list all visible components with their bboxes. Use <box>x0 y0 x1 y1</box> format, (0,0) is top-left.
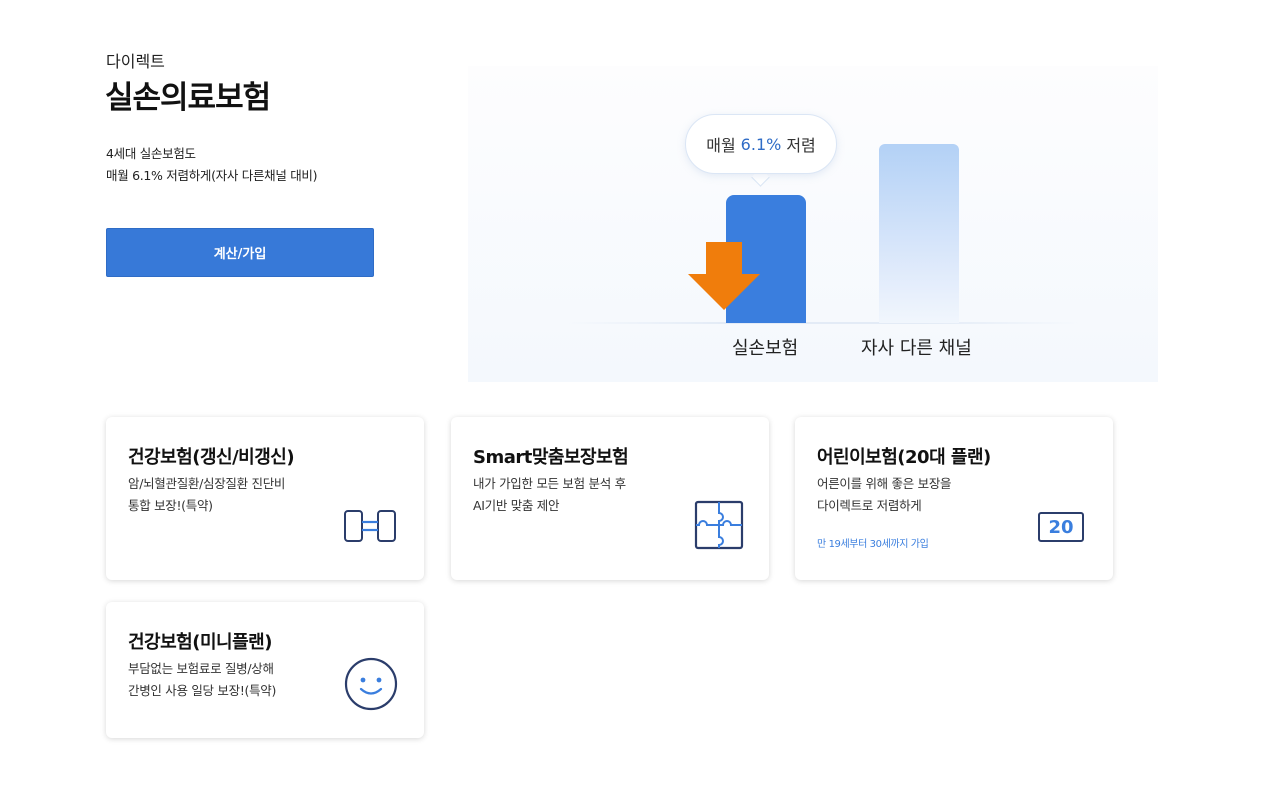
graphic-baseline <box>568 322 1078 324</box>
hero-description-line2: 매월 6.1% 저렴하게(자사 다른채널 대비) <box>106 168 318 183</box>
card-description-line1: 부담없는 보험료로 질병/상해 <box>128 661 274 676</box>
hero-description-line1: 4세대 실손보험도 <box>106 146 196 161</box>
product-card-health-renewal[interactable]: 건강보험(갱신/비갱신) 암/뇌혈관질환/심장질환 진단비 통합 보장!(특약) <box>106 417 424 580</box>
card-title: 어린이보험(20대 플랜) <box>817 447 991 468</box>
card-description-line1: 암/뇌혈관질환/심장질환 진단비 <box>128 476 286 491</box>
card-title: 건강보험(갱신/비갱신) <box>128 447 295 468</box>
card-title: Smart맞춤보장보험 <box>473 447 629 468</box>
product-card-health-mini[interactable]: 건강보험(미니플랜) 부담없는 보험료로 질병/상해 간병인 사용 일당 보장!… <box>106 602 424 738</box>
card-description-line2: 간병인 사용 일당 보장!(특약) <box>128 683 277 698</box>
puzzle-icon <box>694 500 744 550</box>
other-channel-bar <box>879 144 959 323</box>
page: 다이렉트 실손의료보험 4세대 실손보험도 매월 6.1% 저렴하게(자사 다른… <box>0 0 1280 800</box>
twenty-badge-icon: 20 <box>1038 512 1084 542</box>
page-title: 실손의료보험 <box>105 80 271 116</box>
bar-label-other-channel: 자사 다른 채널 <box>861 338 972 359</box>
card-description-line2: AI기반 맞춤 제안 <box>473 498 560 513</box>
price-comparison-graphic: 매월 6.1% 저렴 실손보험 자사 다른 채널 <box>468 66 1158 382</box>
card-description-line1: 내가 가입한 모든 보험 분석 후 <box>473 476 626 491</box>
bubble-suffix: 저렴 <box>786 136 816 155</box>
product-card-children-20s[interactable]: 어린이보험(20대 플랜) 어른이를 위해 좋은 보장을 다이렉트로 저렴하게 … <box>795 417 1113 580</box>
discount-speech-bubble: 매월 6.1% 저렴 <box>685 114 837 174</box>
bubble-discount-value: 6.1% <box>740 134 782 154</box>
smiley-icon <box>344 657 398 711</box>
hero-subtitle: 다이렉트 <box>106 52 165 71</box>
card-description-line1: 어른이를 위해 좋은 보장을 <box>817 476 952 491</box>
card-title: 건강보험(미니플랜) <box>128 632 272 653</box>
calculate-join-button[interactable]: 계산/가입 <box>106 228 374 277</box>
dumbbell-icon <box>344 510 396 542</box>
bubble-prefix: 매월 <box>706 136 736 155</box>
card-description-line2: 다이렉트로 저렴하게 <box>817 498 922 513</box>
product-card-smart-custom[interactable]: Smart맞춤보장보험 내가 가입한 모든 보험 분석 후 AI기반 맞춤 제안 <box>451 417 769 580</box>
card-description-line2: 통합 보장!(특약) <box>128 498 213 513</box>
card-age-note: 만 19세부터 30세까지 가입 <box>817 539 929 550</box>
down-arrow-icon <box>688 242 760 310</box>
bar-label-direct: 실손보험 <box>732 338 799 359</box>
